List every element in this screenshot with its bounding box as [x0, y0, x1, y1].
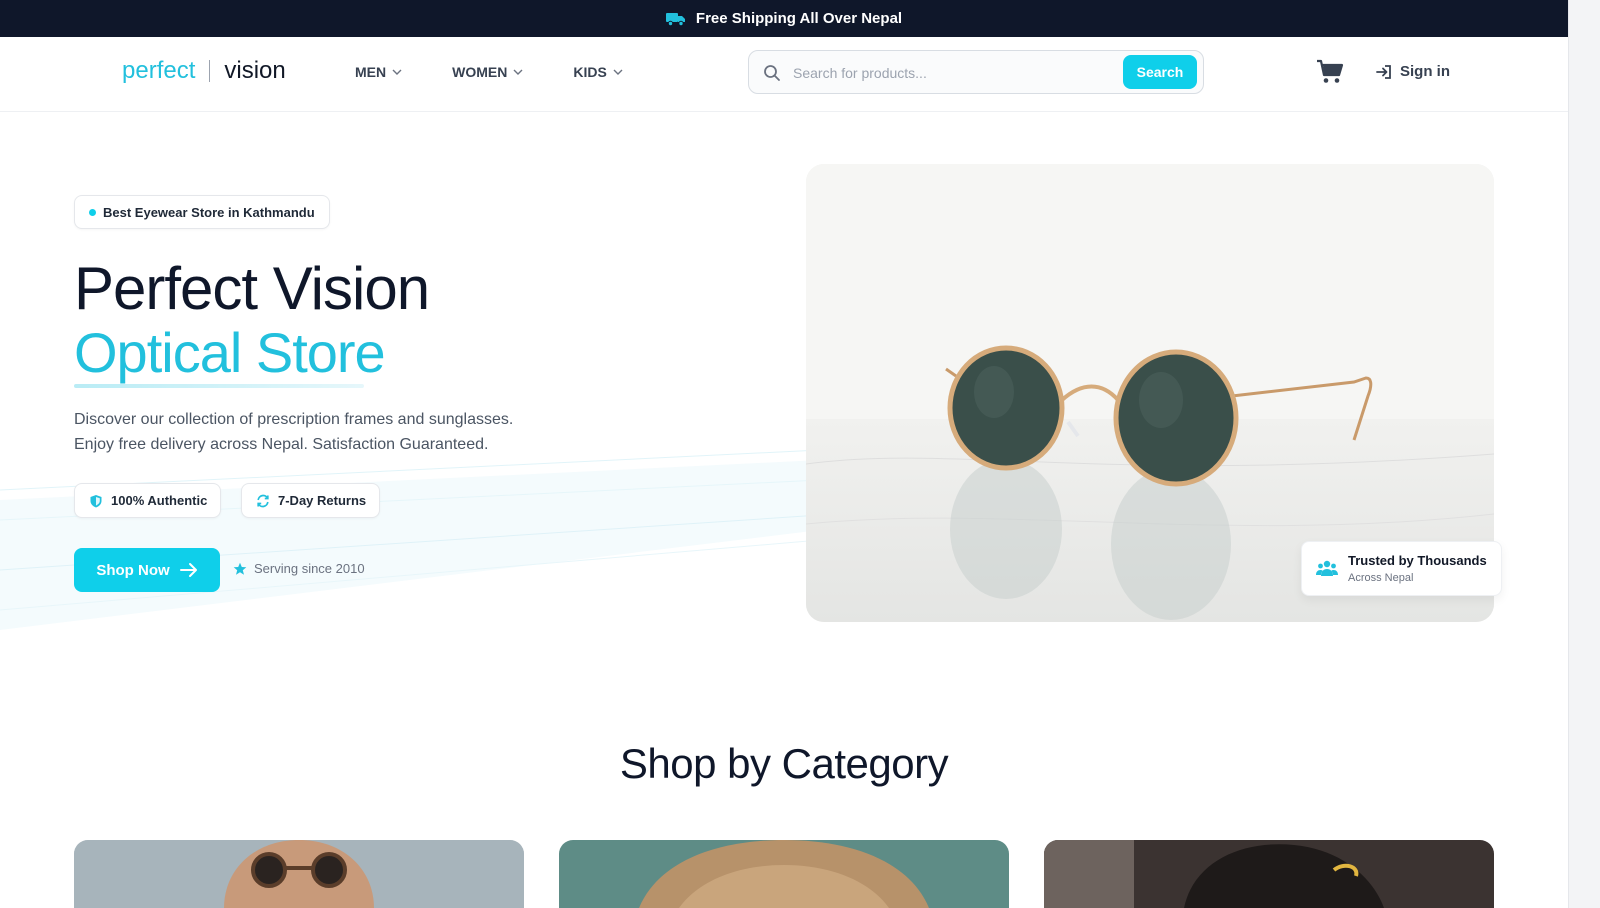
- pill-label: 7-Day Returns: [278, 493, 367, 508]
- sign-in-link[interactable]: Sign in: [1376, 63, 1450, 80]
- nav-label: MEN: [355, 64, 387, 80]
- trust-title: Trusted by Thousands: [1348, 553, 1487, 568]
- category-image-women: [559, 840, 1009, 908]
- chevron-down-icon: [392, 69, 402, 75]
- sign-in-icon: [1376, 64, 1391, 79]
- main-nav: MEN WOMEN KIDS: [355, 64, 673, 80]
- authentic-pill: 100% Authentic: [74, 483, 222, 518]
- shop-now-label: Shop Now: [96, 561, 170, 579]
- category-card-kids[interactable]: [1044, 840, 1494, 908]
- search-icon: [764, 65, 780, 81]
- logo-part-vision: vision: [224, 57, 286, 84]
- hero-title-line1: Perfect Vision: [74, 255, 430, 322]
- nav-item-kids[interactable]: KIDS: [573, 64, 623, 80]
- users-icon: [1316, 560, 1338, 576]
- since-label: Serving since 2010: [254, 561, 365, 576]
- nav-item-men[interactable]: MEN: [355, 64, 402, 80]
- badge-text: Best Eyewear Store in Kathmandu: [103, 204, 315, 220]
- category-section-title: Shop by Category: [619, 740, 949, 787]
- category-card-men[interactable]: [74, 840, 524, 908]
- chevron-down-icon: [513, 69, 523, 75]
- hero-title-line2: Optical Store: [74, 321, 386, 384]
- cart-icon[interactable]: [1316, 59, 1344, 85]
- pill-label: 100% Authentic: [111, 493, 208, 508]
- promo-text: Free Shipping All Over Nepal: [695, 10, 903, 27]
- logo-divider: [209, 60, 211, 82]
- sign-in-label: Sign in: [1400, 63, 1450, 80]
- category-card-women[interactable]: [559, 840, 1009, 908]
- truck-icon: [665, 12, 685, 26]
- hero-decoration: [0, 449, 820, 630]
- site-logo[interactable]: perfect vision: [122, 57, 286, 85]
- returns-pill: 7-Day Returns: [241, 483, 381, 518]
- search-input[interactable]: [793, 61, 1113, 85]
- serving-since: Serving since 2010: [233, 561, 365, 576]
- badge-dot: [89, 209, 96, 216]
- refresh-icon: [257, 494, 269, 507]
- trust-badge: Trusted by Thousands Across Nepal: [1301, 541, 1502, 596]
- category-image-men: [74, 840, 524, 908]
- promo-bar: Free Shipping All Over Nepal: [0, 0, 1568, 37]
- description-line2: Enjoy free delivery across Nepal. Satisf…: [74, 436, 489, 453]
- shop-now-button[interactable]: Shop Now: [74, 548, 220, 592]
- shield-icon: [90, 494, 102, 507]
- hero-description: Discover our collection of prescription …: [74, 407, 594, 457]
- search-button[interactable]: Search: [1123, 55, 1197, 89]
- description-line1: Discover our collection of prescription …: [74, 411, 514, 428]
- site-header: perfect vision MEN WOMEN KIDS Search for…: [0, 37, 1568, 112]
- logo-part-perfect: perfect: [122, 57, 196, 84]
- nav-label: KIDS: [573, 64, 607, 80]
- page-scrollbar[interactable]: [1568, 0, 1600, 908]
- category-image-kids: [1044, 840, 1494, 908]
- search-bar: Search: [748, 50, 1204, 94]
- trust-subtitle: Across Nepal: [1348, 572, 1414, 584]
- store-badge: Best Eyewear Store in Kathmandu: [74, 195, 330, 229]
- title-underline: [74, 384, 364, 388]
- arrow-right-icon: [179, 563, 197, 577]
- nav-item-women[interactable]: WOMEN: [452, 64, 523, 80]
- chevron-down-icon: [613, 69, 623, 75]
- star-icon: [233, 562, 247, 575]
- nav-label: WOMEN: [452, 64, 508, 80]
